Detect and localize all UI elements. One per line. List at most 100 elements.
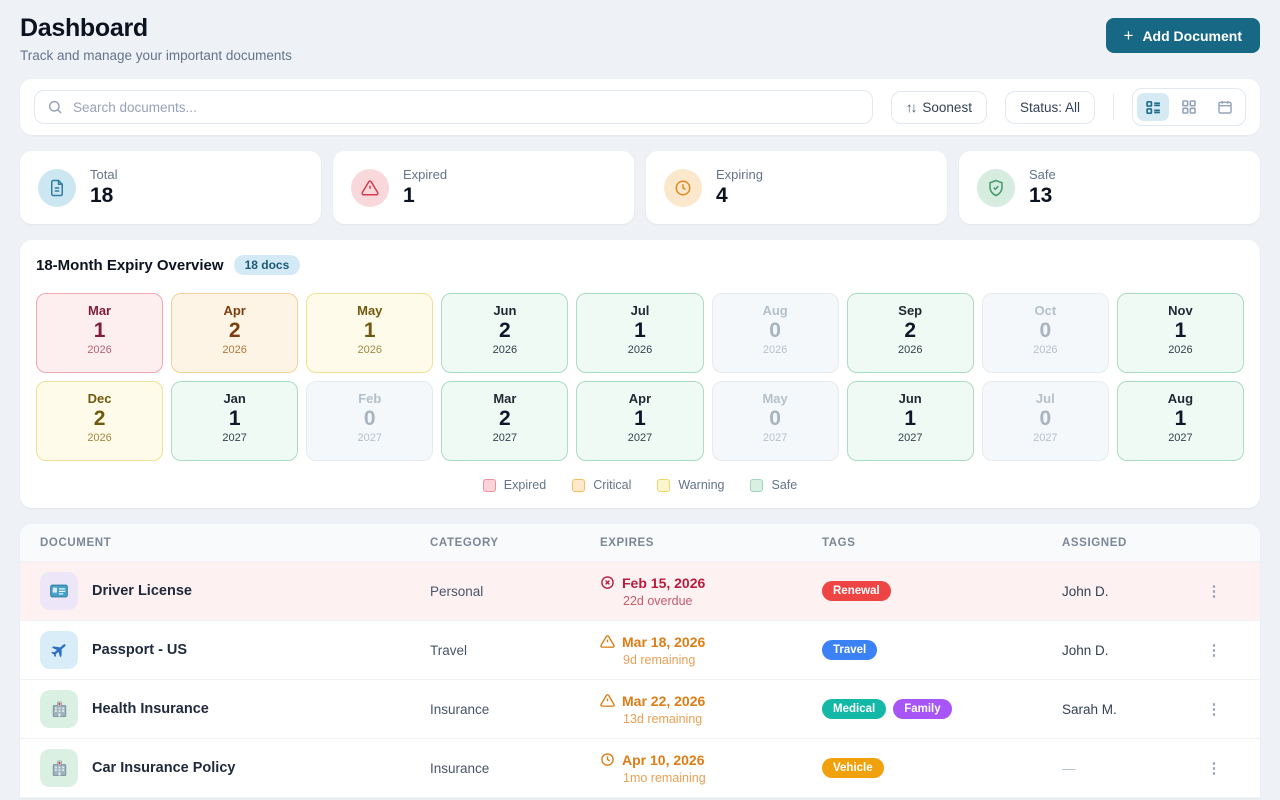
month-cell[interactable]: Jun22026 xyxy=(441,293,568,373)
expiry-note: 1mo remaining xyxy=(623,771,822,785)
tag-pill: Renewal xyxy=(822,581,891,601)
status-filter-button[interactable]: Status: All xyxy=(1005,91,1095,124)
table-row[interactable]: Passport - US Travel Mar 18, 2026 9d rem… xyxy=(20,621,1260,680)
tag-pill: Travel xyxy=(822,640,877,660)
toolbar-divider xyxy=(1113,94,1114,120)
month-cell[interactable]: Nov12026 xyxy=(1117,293,1244,373)
dashboard-page: Dashboard Track and manage your importan… xyxy=(0,0,1280,798)
col-expires: Expires xyxy=(600,537,822,549)
month-cell[interactable]: Apr12027 xyxy=(576,381,703,461)
assigned-person: John D. xyxy=(1062,584,1200,599)
legend-item-safe: Safe xyxy=(750,478,797,492)
row-menu-button[interactable]: ⋮ xyxy=(1200,577,1228,605)
month-cell[interactable]: Mar12026 xyxy=(36,293,163,373)
assigned-person: John D. xyxy=(1062,643,1200,658)
stat-label: Total xyxy=(90,167,117,182)
legend-item-critical: Critical xyxy=(572,478,631,492)
status-legend: Expired Critical Warning Safe xyxy=(36,478,1244,492)
expiry-note: 13d remaining xyxy=(623,712,822,726)
stat-card-expired: Expired 1 xyxy=(333,151,634,224)
calendar-view-button[interactable] xyxy=(1209,93,1241,121)
month-cell[interactable]: Feb02027 xyxy=(306,381,433,461)
stat-card-safe: Safe 13 xyxy=(959,151,1260,224)
plus-icon: + xyxy=(1124,27,1134,44)
stat-cards: Total 18 Expired 1 Expiring 4 xyxy=(20,151,1260,224)
month-cell[interactable]: Sep22026 xyxy=(847,293,974,373)
add-document-label: Add Document xyxy=(1142,28,1242,44)
month-cell[interactable]: Jun12027 xyxy=(847,381,974,461)
safe-swatch xyxy=(750,479,763,492)
table-header: Document Category Expires Tags Assigned xyxy=(20,524,1260,562)
warning-triangle-icon xyxy=(600,693,615,708)
table-row[interactable]: Driver License Personal Feb 15, 2026 22d… xyxy=(20,562,1260,621)
sort-arrows-icon: ↑↓ xyxy=(906,100,916,115)
status-filter-label: Status: All xyxy=(1020,100,1080,115)
hospital-icon xyxy=(40,749,78,787)
document-icon xyxy=(38,169,76,207)
col-assigned: Assigned xyxy=(1062,537,1200,549)
warning-triangle-icon xyxy=(351,169,389,207)
add-document-button[interactable]: + Add Document xyxy=(1106,18,1261,53)
assigned-person: — xyxy=(1062,761,1200,776)
expiry-date: Mar 18, 2026 xyxy=(622,634,705,650)
search-box[interactable] xyxy=(34,90,873,124)
clock-icon xyxy=(600,752,615,767)
document-category: Insurance xyxy=(430,702,600,717)
document-category: Travel xyxy=(430,643,600,658)
expiry-note: 9d remaining xyxy=(623,653,822,667)
month-cell[interactable]: Jul12026 xyxy=(576,293,703,373)
month-cell[interactable]: Jul02027 xyxy=(982,381,1109,461)
legend-item-expired: Expired xyxy=(483,478,546,492)
month-grid: Mar12026 Apr22026 May12026 Jun22026 Jul1… xyxy=(36,293,1244,461)
table-row[interactable]: Health Insurance Insurance Mar 22, 2026 … xyxy=(20,680,1260,739)
month-cell[interactable]: Aug12027 xyxy=(1117,381,1244,461)
document-name: Health Insurance xyxy=(92,701,209,717)
expiry-note: 22d overdue xyxy=(623,594,822,608)
document-name: Car Insurance Policy xyxy=(92,760,235,776)
shield-check-icon xyxy=(977,169,1015,207)
list-view-button[interactable] xyxy=(1137,93,1169,121)
clock-icon xyxy=(664,169,702,207)
month-cell[interactable]: Jan12027 xyxy=(171,381,298,461)
row-menu-button[interactable]: ⋮ xyxy=(1200,754,1228,782)
month-cell[interactable]: May02027 xyxy=(712,381,839,461)
expired-swatch xyxy=(483,479,496,492)
stat-value: 1 xyxy=(403,184,447,208)
month-cell[interactable]: May12026 xyxy=(306,293,433,373)
search-input[interactable] xyxy=(73,100,860,115)
hospital-icon xyxy=(40,690,78,728)
expiry-overview-card: 18-Month Expiry Overview 18 docs Mar1202… xyxy=(20,240,1260,508)
row-menu-button[interactable]: ⋮ xyxy=(1200,695,1228,723)
documents-table: Document Category Expires Tags Assigned … xyxy=(20,524,1260,798)
stat-label: Expiring xyxy=(716,167,763,182)
grid-view-button[interactable] xyxy=(1173,93,1205,121)
id-card-icon xyxy=(40,572,78,610)
airplane-icon xyxy=(40,631,78,669)
stat-label: Expired xyxy=(403,167,447,182)
col-document: Document xyxy=(40,537,430,549)
overview-title: 18-Month Expiry Overview xyxy=(36,257,224,274)
document-category: Personal xyxy=(430,584,600,599)
stat-value: 18 xyxy=(90,184,117,208)
month-cell[interactable]: Oct02026 xyxy=(982,293,1109,373)
month-cell[interactable]: Dec22026 xyxy=(36,381,163,461)
stat-card-total: Total 18 xyxy=(20,151,321,224)
tag-pill: Vehicle xyxy=(822,758,884,778)
stat-card-expiring: Expiring 4 xyxy=(646,151,947,224)
sort-label: Soonest xyxy=(922,100,972,115)
month-cell[interactable]: Mar22027 xyxy=(441,381,568,461)
toolbar: ↑↓ Soonest Status: All xyxy=(20,79,1260,135)
search-icon xyxy=(47,99,63,115)
row-menu-button[interactable]: ⋮ xyxy=(1200,636,1228,664)
table-row[interactable]: Car Insurance Policy Insurance Apr 10, 2… xyxy=(20,739,1260,798)
col-tags: Tags xyxy=(822,537,1062,549)
page-subtitle: Track and manage your important document… xyxy=(20,48,292,63)
stat-value: 4 xyxy=(716,184,763,208)
month-cell[interactable]: Aug02026 xyxy=(712,293,839,373)
document-name: Driver License xyxy=(92,583,192,599)
docs-count-badge: 18 docs xyxy=(234,255,301,275)
sort-button[interactable]: ↑↓ Soonest xyxy=(891,91,987,124)
col-category: Category xyxy=(430,537,600,549)
page-header: Dashboard Track and manage your importan… xyxy=(20,14,1260,63)
month-cell[interactable]: Apr22026 xyxy=(171,293,298,373)
